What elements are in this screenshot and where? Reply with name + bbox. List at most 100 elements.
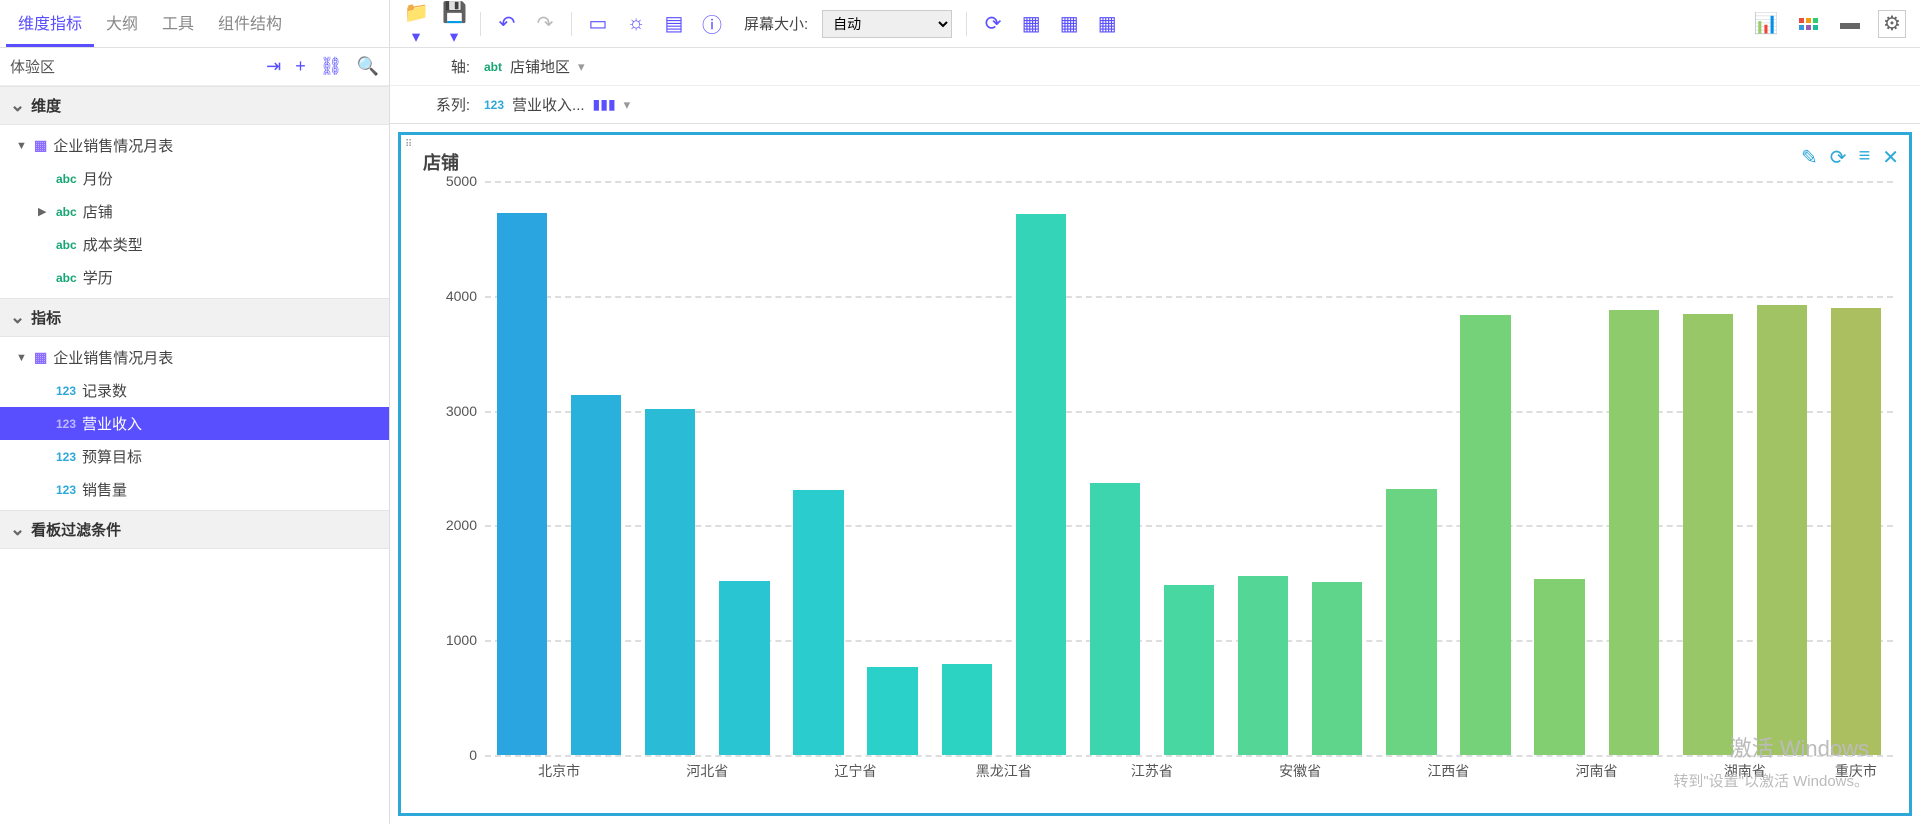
bar-slot xyxy=(559,181,633,755)
bar-slot xyxy=(1374,181,1448,755)
table-icon: ▦ xyxy=(34,137,47,154)
dimension-section[interactable]: 维度 xyxy=(0,86,389,125)
dimension-label: 维度 xyxy=(31,95,61,116)
x-label: 河南省 xyxy=(1522,755,1670,785)
bar[interactable] xyxy=(1312,582,1362,755)
chevron-down-icon xyxy=(10,95,25,116)
light-icon[interactable]: ☼ xyxy=(624,12,648,35)
chevron-down-icon xyxy=(10,519,25,540)
bar[interactable] xyxy=(942,664,992,755)
dim-table-node[interactable]: ▼ ▦ 企业销售情况月表 xyxy=(0,129,389,162)
y-tick: 4000 xyxy=(446,288,477,304)
new-icon[interactable]: 📁▾ xyxy=(404,0,428,48)
x-label: 河北省 xyxy=(633,755,781,785)
filter-section[interactable]: 看板过滤条件 xyxy=(0,510,389,549)
dropdown-icon[interactable]: ▾ xyxy=(578,59,585,75)
axis-field-name: 店铺地区 xyxy=(510,56,570,77)
expand-icon: ▼ xyxy=(16,140,28,152)
chart-plot: 010002000300040005000 北京市河北省辽宁省黑龙江省江苏省安徽… xyxy=(429,181,1893,785)
metric-label: 指标 xyxy=(31,307,61,328)
bar-slot xyxy=(930,181,1004,755)
bar[interactable] xyxy=(645,409,695,755)
dim-field-store[interactable]: ▶abc店铺 xyxy=(0,195,389,228)
data-icon-1[interactable]: ▦ xyxy=(1019,11,1043,36)
bar-slot xyxy=(1448,181,1522,755)
series-field[interactable]: 123 营业收入... ▮▮▮ ▾ xyxy=(484,94,630,115)
drag-handle-icon[interactable]: ⠿ xyxy=(405,139,410,150)
bar[interactable] xyxy=(1683,314,1733,755)
bar[interactable] xyxy=(497,213,547,755)
chart-config: 轴: abt 店铺地区 ▾ 系列: 123 营业收入... ▮▮▮ ▾ xyxy=(390,48,1920,124)
metric-table-node[interactable]: ▼ ▦ 企业销售情况月表 xyxy=(0,341,389,374)
tab-outline[interactable]: 大纲 xyxy=(94,0,150,47)
y-tick: 3000 xyxy=(446,403,477,419)
y-tick: 2000 xyxy=(446,517,477,533)
dropdown-icon[interactable]: ▾ xyxy=(624,97,631,113)
bar-slot xyxy=(781,181,855,755)
metric-field-budget[interactable]: 123预算目标 xyxy=(0,440,389,473)
settings-icon[interactable]: ⚙ xyxy=(1878,10,1906,38)
bar[interactable] xyxy=(1609,310,1659,755)
bar[interactable] xyxy=(1090,483,1140,755)
bar-slot xyxy=(1671,181,1745,755)
axis-field[interactable]: abt 店铺地区 ▾ xyxy=(484,56,585,77)
bar-slot xyxy=(1300,181,1374,755)
form-icon[interactable]: ▤ xyxy=(662,11,686,36)
bar[interactable] xyxy=(1757,305,1807,755)
chart-type-icon[interactable]: 📊 xyxy=(1752,10,1780,38)
data-icon-3[interactable]: ▦ xyxy=(1095,11,1119,36)
screen-size-label: 屏幕大小: xyxy=(744,13,808,34)
save-icon[interactable]: 💾▾ xyxy=(442,0,466,48)
bar[interactable] xyxy=(1164,585,1214,755)
tab-dimension-metric[interactable]: 维度指标 xyxy=(6,0,94,47)
bar[interactable] xyxy=(719,581,769,755)
edit-icon[interactable]: ✎ xyxy=(1801,145,1818,170)
metric-field-revenue[interactable]: 123营业收入 xyxy=(0,407,389,440)
bar[interactable] xyxy=(1016,214,1066,755)
metric-field-count[interactable]: 123记录数 xyxy=(0,374,389,407)
metric-field-sales[interactable]: 123销售量 xyxy=(0,473,389,506)
redo-icon[interactable]: ↷ xyxy=(533,11,557,36)
chart-tools: ✎ ⟳ ≡ ✕ xyxy=(1801,145,1899,170)
screen-size-select[interactable]: 自动 xyxy=(822,10,952,38)
bar[interactable] xyxy=(571,395,621,755)
text-type-icon: abt xyxy=(484,60,502,74)
import-icon[interactable]: ⇥ xyxy=(266,56,281,77)
refresh-chart-icon[interactable]: ⟳ xyxy=(1830,145,1847,170)
menu-icon[interactable]: ≡ xyxy=(1859,145,1871,170)
search-icon[interactable]: 🔍 xyxy=(357,56,379,77)
dim-field-education[interactable]: abc学历 xyxy=(0,261,389,294)
bar[interactable] xyxy=(867,667,917,755)
bar[interactable] xyxy=(1386,489,1436,755)
add-icon[interactable]: + xyxy=(295,56,306,77)
bar-chart-icon: ▮▮▮ xyxy=(593,96,616,113)
tab-tools[interactable]: 工具 xyxy=(150,0,206,47)
tab-component-structure[interactable]: 组件结构 xyxy=(206,0,294,47)
bar[interactable] xyxy=(793,490,843,755)
dim-field-cost-type[interactable]: abc成本类型 xyxy=(0,228,389,261)
metric-section[interactable]: 指标 xyxy=(0,298,389,337)
data-icon-2[interactable]: ▦ xyxy=(1057,11,1081,36)
undo-icon[interactable]: ↶ xyxy=(495,11,519,36)
info-icon[interactable]: ⓘ xyxy=(700,9,724,38)
link-icon[interactable]: ⛓ xyxy=(320,56,343,77)
bar-slot xyxy=(707,181,781,755)
bar[interactable] xyxy=(1534,579,1584,755)
watermark-sub: 转到"设置"以激活 Windows。 xyxy=(1673,770,1869,791)
refresh-icon[interactable]: ⟳ xyxy=(981,11,1005,36)
layout-icon[interactable]: ▬ xyxy=(1836,10,1864,38)
close-icon[interactable]: ✕ xyxy=(1882,145,1899,170)
bar-slot xyxy=(633,181,707,755)
chart-panel[interactable]: ⠿ 店铺 ✎ ⟳ ≡ ✕ 010002000300040005000 北京市河北… xyxy=(398,132,1912,816)
x-label: 辽宁省 xyxy=(781,755,929,785)
color-grid-icon[interactable] xyxy=(1794,10,1822,38)
dim-field-month[interactable]: abc月份 xyxy=(0,162,389,195)
bar-slot xyxy=(1078,181,1152,755)
expand-icon: ▶ xyxy=(38,205,50,218)
bar[interactable] xyxy=(1238,576,1288,755)
x-label: 江苏省 xyxy=(1078,755,1226,785)
bar[interactable] xyxy=(1460,315,1510,755)
preview-icon[interactable]: ▭ xyxy=(586,11,610,36)
y-tick: 5000 xyxy=(446,173,477,189)
bar[interactable] xyxy=(1831,308,1881,755)
